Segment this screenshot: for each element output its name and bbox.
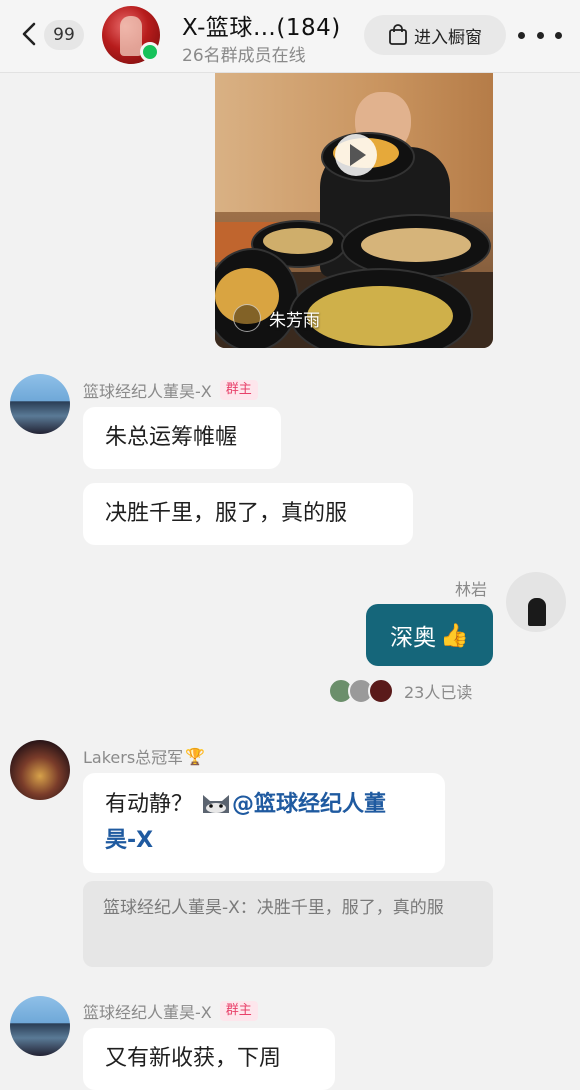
mention-link-continued[interactable]: 昊-X xyxy=(105,828,153,853)
reader-avatar xyxy=(368,678,394,704)
online-indicator xyxy=(140,42,160,62)
shopping-bag-icon xyxy=(389,24,407,45)
avatar[interactable] xyxy=(10,996,70,1056)
message-bubble[interactable]: 朱总运筹帷幄 xyxy=(83,407,281,469)
watermark-name: 朱芳雨 xyxy=(269,310,320,331)
message-sender: 篮球经纪人董昊-X 群主 xyxy=(83,378,258,402)
quoted-message[interactable]: 篮球经纪人董昊-X：决胜千里，服了，真的服 xyxy=(83,881,493,967)
sender-name: Lakers总冠军 xyxy=(83,748,184,767)
mention-link[interactable]: @篮球经纪人董 xyxy=(232,792,386,817)
avatar[interactable] xyxy=(506,572,566,632)
sender-name: 篮球经纪人董昊-X xyxy=(83,1003,212,1022)
play-icon[interactable] xyxy=(335,134,377,176)
group-owner-badge: 群主 xyxy=(219,1001,258,1021)
back-arrow-icon[interactable] xyxy=(18,16,40,52)
group-title[interactable]: X-篮球…(184) xyxy=(182,8,341,42)
online-members-text: 26名群成员在线 xyxy=(182,46,306,66)
message-bubble[interactable]: 有动静？ @篮球经纪人董 昊-X xyxy=(83,773,445,873)
read-count-text: 23人已读 xyxy=(404,683,473,702)
message-sender: 林岩 xyxy=(455,576,487,600)
more-icon[interactable] xyxy=(518,22,562,48)
video-watermark: 朱芳雨 xyxy=(233,304,320,332)
message-sender: Lakers总冠军 🏆 xyxy=(83,744,205,768)
thumbs-up-icon: 👍 xyxy=(440,622,469,649)
message-bubble[interactable]: 又有新收获，下周 xyxy=(83,1028,335,1090)
cat-emoji-icon xyxy=(203,795,230,813)
sender-name: 林岩 xyxy=(455,580,488,599)
message-bubble[interactable]: 决胜千里，服了，真的服 xyxy=(83,483,413,545)
own-message-text: 深奥 xyxy=(390,625,437,651)
chat-header: 99 X-篮球…(184) 26名群成员在线 进入橱窗 xyxy=(0,0,580,73)
avatar[interactable] xyxy=(10,374,70,434)
message-text: 有动静？ xyxy=(105,792,194,817)
unread-count-badge[interactable]: 99 xyxy=(44,20,84,50)
enter-showcase-button[interactable]: 进入橱窗 xyxy=(364,15,506,55)
video-message[interactable]: 朱芳雨 xyxy=(215,72,493,348)
read-receipt[interactable]: 23人已读 xyxy=(328,678,472,704)
own-message-bubble[interactable]: 深奥 👍 xyxy=(366,604,493,666)
sender-name: 篮球经纪人董昊-X xyxy=(83,382,212,401)
trophy-icon: 🏆 xyxy=(185,746,206,766)
watermark-avatar-icon xyxy=(233,304,261,332)
enter-showcase-label: 进入橱窗 xyxy=(414,27,482,48)
group-owner-badge: 群主 xyxy=(219,380,258,400)
message-sender: 篮球经纪人董昊-X 群主 xyxy=(83,999,258,1023)
avatar[interactable] xyxy=(10,740,70,800)
